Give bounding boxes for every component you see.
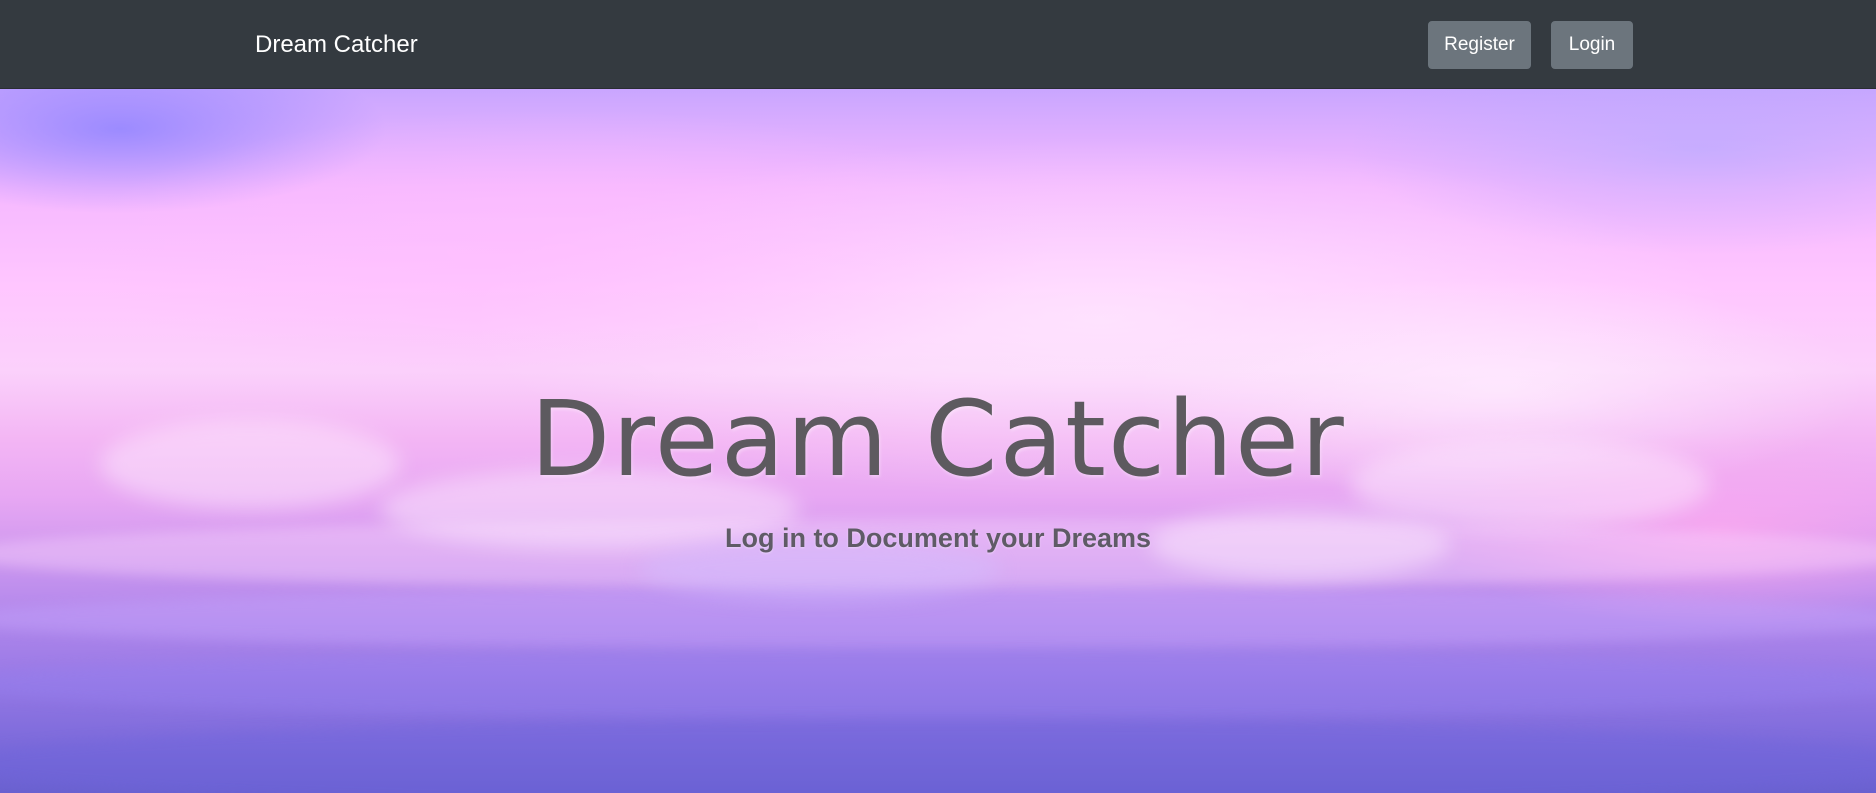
register-button[interactable]: Register	[1428, 21, 1531, 69]
hero-title: Dream Catcher	[530, 378, 1346, 500]
hero-subtitle: Log in to Document your Dreams	[724, 523, 1152, 553]
navbar: Dream Catcher Register Login	[0, 0, 1876, 89]
navbar-brand[interactable]: Dream Catcher	[255, 30, 418, 60]
login-button[interactable]: Login	[1551, 21, 1633, 69]
hero-banner: Dream Catcher Log in to Document your Dr…	[0, 89, 1876, 793]
